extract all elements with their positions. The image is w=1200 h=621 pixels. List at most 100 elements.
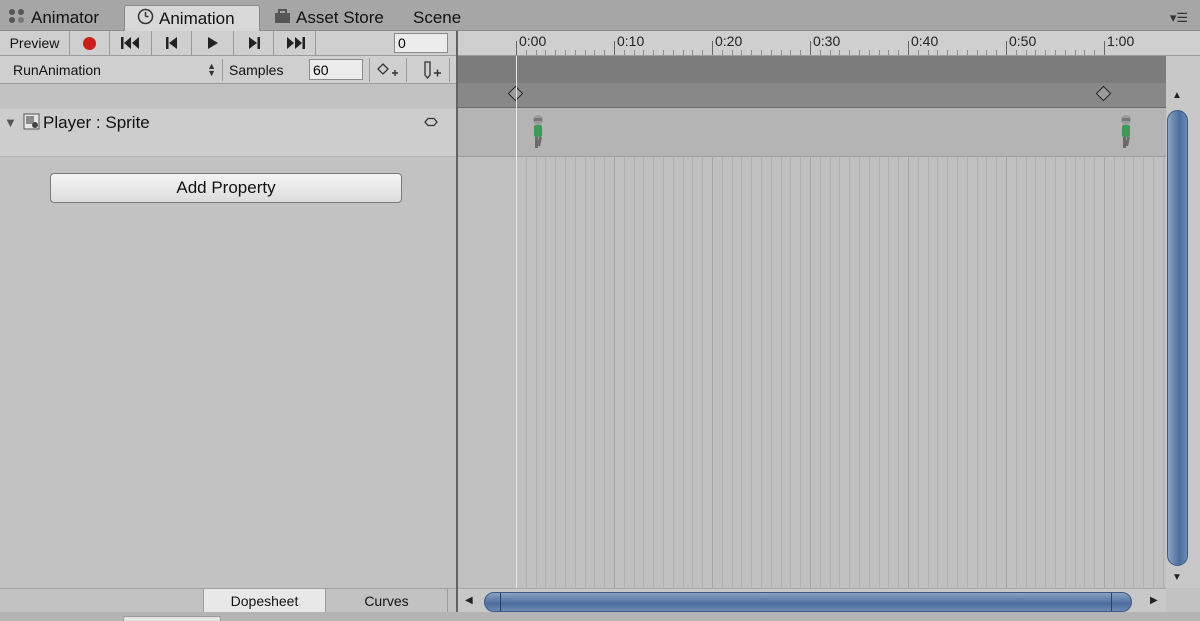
foldout-arrow-icon[interactable]: ▼ (4, 115, 17, 130)
keyframe-toggle-icon[interactable] (424, 117, 438, 127)
timeline-grid-line (574, 108, 576, 588)
tab-animation[interactable]: Animation (124, 5, 260, 32)
timeline-grid-line (908, 108, 909, 588)
timeline-grid-line (780, 108, 782, 588)
clip-toolbar: RunAnimation ▲ ▼ Samples (0, 56, 457, 84)
preview-button[interactable]: Preview (0, 31, 70, 55)
timeline-grid-line (614, 108, 615, 588)
ruler-minor-tick (947, 50, 949, 55)
timeline-grid-line (819, 108, 821, 588)
tab-dopesheet[interactable]: Dopesheet (203, 589, 326, 613)
timeline-grid-line (1025, 108, 1027, 588)
timeline-grid-line (1123, 108, 1125, 588)
ruler-minor-tick (623, 50, 625, 55)
ruler-major-tick (614, 41, 615, 55)
scrollbar-max-handle[interactable] (1111, 593, 1112, 611)
track-row-player-sprite[interactable] (458, 108, 1166, 157)
summary-keyframe-bar[interactable] (458, 83, 1166, 108)
ruler-minor-tick (780, 50, 782, 55)
asset-store-icon (274, 8, 291, 29)
ruler-minor-tick (751, 50, 753, 55)
sprite-keyframe-icon[interactable] (531, 114, 545, 152)
timeline-grid-line (1143, 108, 1145, 588)
clip-dropdown[interactable]: RunAnimation ▲ ▼ (5, 59, 223, 81)
ruler-minor-tick (849, 50, 851, 55)
scroll-right-arrow-icon[interactable]: ▶ (1150, 595, 1158, 606)
ruler-minor-tick (1084, 50, 1086, 55)
ruler-minor-tick (702, 50, 704, 55)
ruler-minor-tick (594, 50, 596, 55)
ruler-minor-tick (839, 50, 841, 55)
add-event-button[interactable] (414, 58, 450, 82)
playhead[interactable] (516, 56, 517, 588)
samples-field[interactable] (309, 59, 363, 80)
timeline-grid-line (663, 108, 664, 588)
scroll-down-arrow-icon[interactable]: ▼ (1172, 572, 1182, 583)
timeline-grid-line (1113, 108, 1115, 588)
timeline-grid-line (1133, 108, 1135, 588)
scroll-left-arrow-icon[interactable]: ◀ (465, 595, 473, 606)
ruler-tick-label: 1:00 (1107, 33, 1135, 49)
ruler-minor-tick (1074, 50, 1076, 55)
summary-keyframe-icon[interactable] (1095, 85, 1112, 102)
timeline-grid-line (888, 108, 890, 588)
tab-animator-label: Animator (31, 8, 100, 27)
add-keyframe-button[interactable] (369, 58, 407, 82)
timeline-grid-line (917, 108, 919, 588)
ruler-minor-tick (917, 50, 919, 55)
tab-curves[interactable]: Curves (326, 589, 448, 613)
animator-icon (8, 8, 26, 29)
timeline-grid-line (1162, 108, 1164, 588)
time-ruler[interactable]: 0:00 0:10 0:20 0:30 0:40 0:50 1:00 (458, 31, 1166, 56)
add-property-button[interactable]: Add Property (50, 173, 402, 203)
ruler-minor-tick (790, 50, 792, 55)
panel-menu-icon[interactable]: ▾☰ (1170, 10, 1188, 26)
tab-animator[interactable]: Animator (8, 5, 99, 31)
timeline-grid-line (947, 108, 949, 588)
ruler-minor-tick (535, 50, 537, 55)
scroll-corner (1166, 588, 1200, 612)
ruler-minor-tick (868, 50, 870, 55)
property-panel: ▼ Player : Sprite Add Property (0, 85, 457, 588)
timeline-grid-line (633, 108, 635, 588)
timeline-grid-line (761, 108, 762, 588)
bottom-status-tab[interactable] (123, 616, 221, 621)
first-keyframe-button[interactable] (110, 31, 152, 55)
dropdown-arrows-icon: ▲ ▼ (207, 61, 216, 78)
timeline-grid-line (712, 108, 713, 588)
ruler-tick-label: 0:50 (1009, 33, 1037, 49)
timeline-grid-line (721, 108, 723, 588)
timeline-grid-line (545, 108, 547, 588)
ruler-tick-label: 0:30 (813, 33, 841, 49)
scroll-up-arrow-icon[interactable]: ▲ (1172, 90, 1182, 101)
timeline-grid-line (849, 108, 851, 588)
horizontal-scrollbar-thumb[interactable] (484, 592, 1132, 612)
play-button[interactable] (192, 31, 234, 55)
events-bar[interactable] (458, 56, 1166, 83)
record-button[interactable] (70, 31, 110, 55)
sprite-keyframe-icon[interactable] (1119, 114, 1133, 152)
ruler-minor-tick (741, 50, 743, 55)
dopesheet-track-area[interactable] (458, 108, 1166, 588)
timeline-grid-line (1006, 108, 1007, 588)
property-row[interactable]: ▼ Player : Sprite (0, 109, 457, 157)
ruler-minor-tick (1094, 50, 1096, 55)
tab-scene[interactable]: Scene (413, 5, 461, 31)
vertical-scrollbar-thumb[interactable] (1167, 110, 1188, 566)
ruler-minor-tick (898, 50, 900, 55)
next-keyframe-button[interactable] (234, 31, 274, 55)
current-frame-field[interactable] (394, 33, 448, 53)
ruler-tick-label: 0:10 (617, 33, 645, 49)
previous-keyframe-icon (165, 37, 177, 49)
timeline-grid-line (937, 108, 939, 588)
ruler-minor-tick (1064, 50, 1066, 55)
ruler-minor-tick (976, 50, 978, 55)
tab-asset-store[interactable]: Asset Store (274, 5, 384, 31)
ruler-minor-tick (545, 50, 547, 55)
previous-keyframe-button[interactable] (152, 31, 192, 55)
timeline-grid-line (868, 108, 870, 588)
last-keyframe-button[interactable] (274, 31, 316, 55)
timeline-grid-line (751, 108, 753, 588)
ruler-minor-tick (957, 50, 958, 55)
scrollbar-min-handle[interactable] (500, 593, 501, 611)
